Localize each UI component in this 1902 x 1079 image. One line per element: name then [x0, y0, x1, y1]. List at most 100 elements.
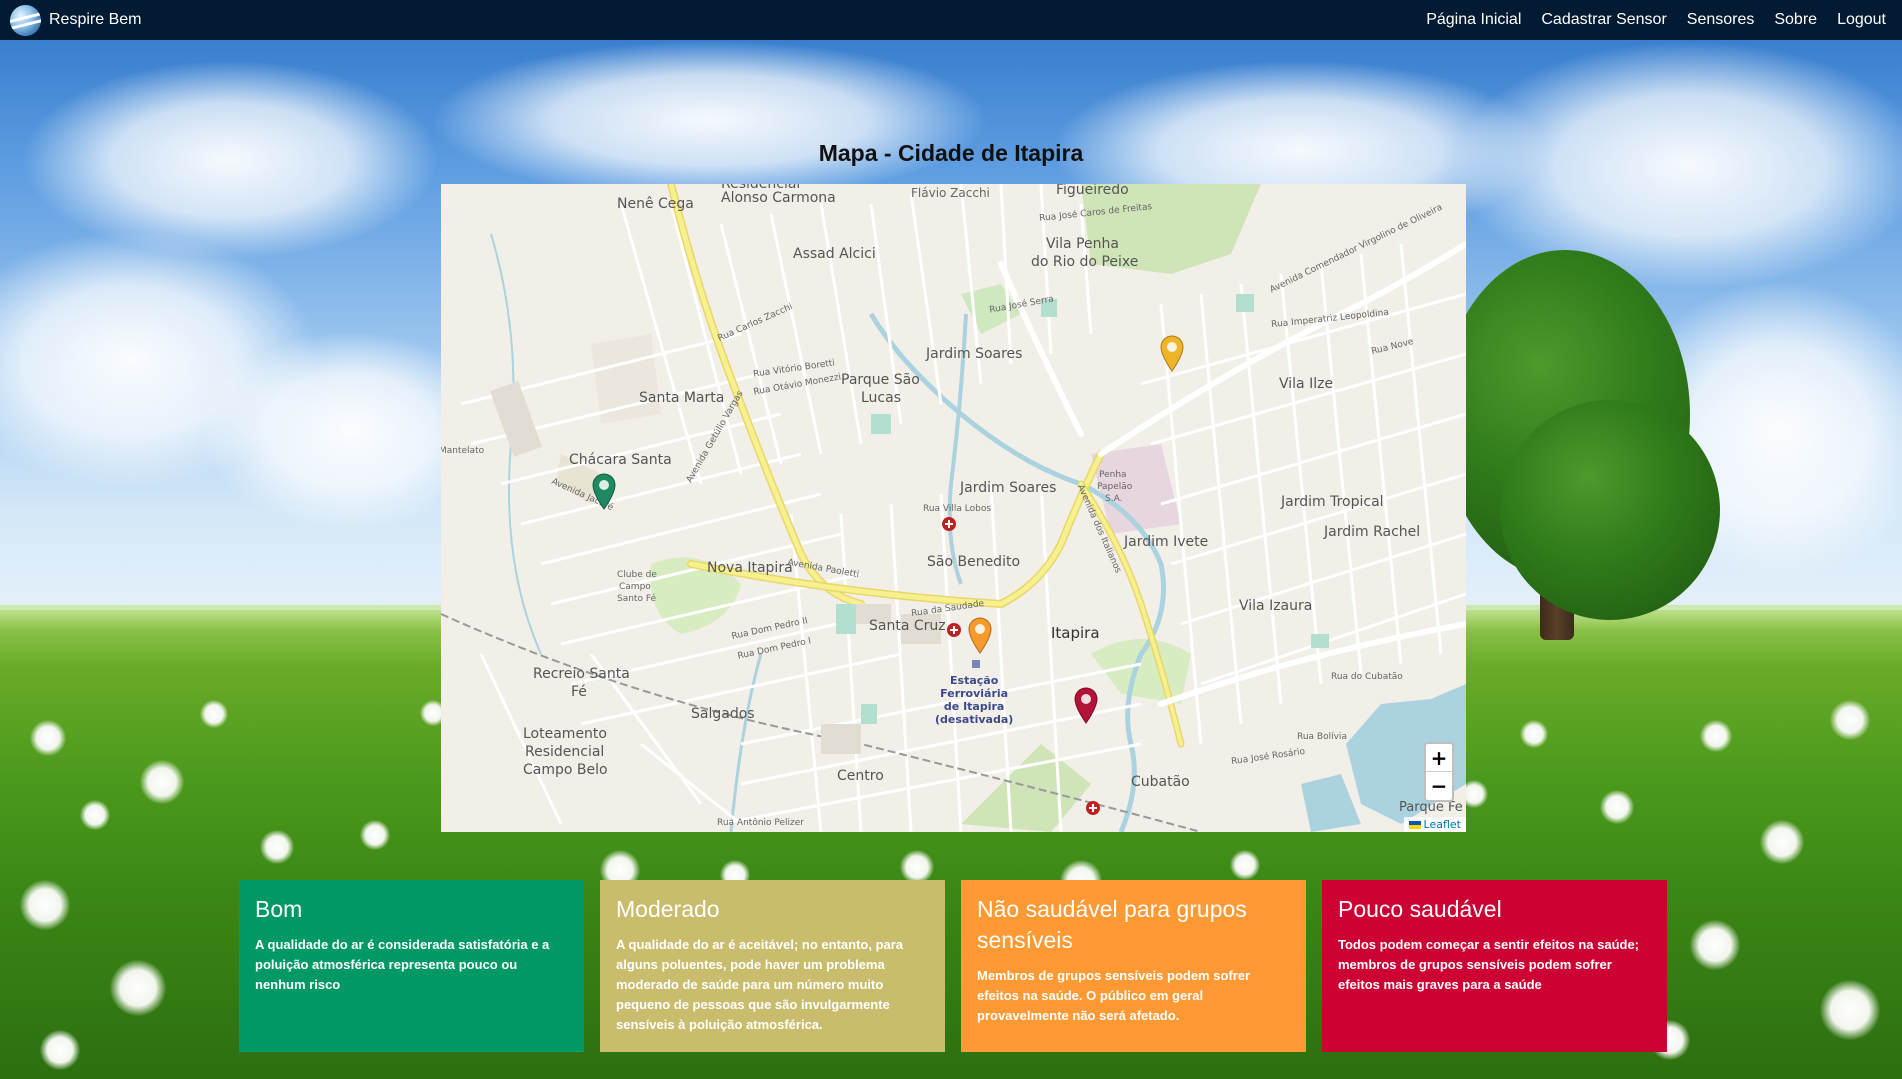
- nav-link-about[interactable]: Sobre: [1774, 11, 1817, 29]
- page-title: Mapa - Cidade de Itapira: [818, 140, 1084, 166]
- dandelion: [900, 850, 934, 884]
- brand-logo-icon[interactable]: [10, 4, 41, 36]
- map-label: Santa Cruz: [869, 618, 946, 634]
- map-label: Clube de: [617, 570, 657, 580]
- dandelion: [260, 830, 294, 864]
- map-label: Papelão: [1097, 482, 1133, 492]
- map-label: S.A.: [1105, 494, 1123, 504]
- dandelion: [1700, 720, 1732, 752]
- map-label: Lucas: [861, 390, 901, 406]
- navbar: Respire Bem Página Inicial Cadastrar Sen…: [0, 0, 1902, 40]
- poi-label: Estação: [950, 674, 999, 687]
- legend-card-title: Bom: [255, 896, 303, 922]
- poi-label: (desativada): [935, 713, 1014, 726]
- map-label: Nova Itapira: [707, 560, 793, 576]
- nav-link-logout[interactable]: Logout: [1837, 11, 1886, 29]
- map-label: Nenê Cega: [617, 196, 694, 212]
- map-label: Parque Fe: [1399, 800, 1463, 815]
- map-label: Rua Bolívia: [1297, 732, 1347, 742]
- legend-card-good: Bom A qualidade do ar é considerada sati…: [239, 880, 584, 1052]
- marker-good-icon[interactable]: [591, 472, 617, 510]
- zoom-in-button[interactable]: +: [1426, 744, 1452, 772]
- dandelion: [110, 960, 166, 1016]
- marker-sensitive-icon[interactable]: [967, 616, 993, 654]
- map-label: Parque São: [841, 372, 920, 388]
- marker-moderate-icon[interactable]: [1159, 334, 1185, 372]
- legend-card-text: A qualidade do ar é considerada satisfat…: [255, 937, 550, 992]
- map-label: São Benedito: [927, 554, 1021, 570]
- dandelion: [200, 700, 228, 728]
- map-label: Residencial: [525, 744, 605, 760]
- map-label: do Rio do Peixe: [1031, 254, 1139, 270]
- map-label: Jardim Rachel: [1324, 524, 1421, 540]
- tree-canopy: [1500, 400, 1720, 620]
- dandelion: [1690, 920, 1740, 970]
- map-label: Campo Belo: [523, 762, 608, 778]
- map-label: Figueiredo: [1056, 184, 1129, 198]
- map-label: Residencial: [721, 184, 801, 192]
- ukraine-flag-icon: [1408, 821, 1421, 829]
- city-map[interactable]: Alonso Carmona Residencial Nenê Cega Flá…: [441, 184, 1466, 832]
- cloud: [430, 40, 990, 200]
- dandelion: [1760, 820, 1804, 864]
- map-label: Rua Villa Lobos: [923, 504, 992, 514]
- map-label: Rua do Cubatão: [1331, 672, 1403, 682]
- map-label: Santa Marta: [639, 390, 725, 406]
- map-label: Campo: [619, 582, 651, 592]
- dandelion: [1230, 850, 1260, 880]
- legend-card-title: Moderado: [616, 896, 720, 922]
- legend-card-text: Membros de grupos sensíveis podem sofrer…: [977, 968, 1251, 1023]
- legend-card-title: Não saudável para grupos sensíveis: [977, 896, 1247, 953]
- poi-label: de Itapira: [943, 700, 1005, 713]
- map-label: Flávio Zacchi: [911, 186, 990, 200]
- zoom-out-button[interactable]: −: [1426, 772, 1452, 800]
- dandelion: [360, 820, 390, 850]
- map-label: Loteamento: [523, 726, 607, 742]
- legend-card-sensitive: Não saudável para grupos sensíveis Membr…: [961, 880, 1306, 1052]
- map-label: Vila Penha: [1046, 236, 1119, 252]
- map-label: Vila Izaura: [1239, 598, 1313, 614]
- brand-name[interactable]: Respire Bem: [49, 11, 141, 29]
- map-label: Jardim Tropical: [1281, 494, 1384, 510]
- marker-unhealthy-icon[interactable]: [1073, 686, 1099, 724]
- leaflet-link[interactable]: Leaflet: [1424, 818, 1461, 831]
- dandelion: [40, 1030, 80, 1070]
- map-attribution: Leaflet: [1403, 817, 1466, 832]
- map-label: Vila Ilze: [1279, 376, 1334, 392]
- map-label: Assad Alcici: [793, 246, 876, 262]
- dandelion: [20, 880, 70, 930]
- map-label: Chácara Santa: [569, 452, 672, 468]
- map-label: Penha: [1099, 470, 1127, 480]
- map-label: Recreio Santa: [533, 666, 630, 682]
- legend-card-text: A qualidade do ar é aceitável; no entant…: [616, 937, 904, 1032]
- poi-label: Ferroviária: [940, 687, 1009, 700]
- nav-link-home[interactable]: Página Inicial: [1426, 11, 1521, 29]
- dandelion: [1820, 980, 1880, 1040]
- map-label: Santo Fé: [617, 594, 657, 604]
- brand[interactable]: Respire Bem: [10, 4, 141, 36]
- map-label: Alonso Carmona: [721, 190, 836, 206]
- dandelion: [80, 800, 110, 830]
- poi-railway-station[interactable]: Estação Ferroviária de Itapira (desativa…: [935, 674, 1013, 726]
- map-label: Mantelato: [441, 446, 485, 456]
- nav-link-register-sensor[interactable]: Cadastrar Sensor: [1541, 11, 1666, 29]
- legend-card-moderate: Moderado A qualidade do ar é aceitável; …: [600, 880, 945, 1052]
- dandelion: [30, 720, 66, 756]
- nav-links: Página Inicial Cadastrar Sensor Sensores…: [1426, 11, 1892, 29]
- map-label: Rua Antônio Pelizer: [717, 818, 805, 828]
- map-label: Jardim Ivete: [1124, 534, 1209, 550]
- map-label: Fé: [571, 684, 587, 700]
- map-label: Jardim Soares: [926, 346, 1023, 362]
- zoom-control: + −: [1424, 742, 1454, 802]
- dandelion: [1600, 790, 1634, 824]
- legend-card-title: Pouco saudável: [1338, 896, 1502, 922]
- nav-link-sensors[interactable]: Sensores: [1687, 11, 1755, 29]
- legend-card-unhealthy: Pouco saudável Todos podem começar a sen…: [1322, 880, 1667, 1052]
- map-label: Itapira: [1051, 624, 1100, 642]
- map-label: Jardim Soares: [960, 480, 1057, 496]
- dandelion: [1520, 720, 1548, 748]
- legend-card-text: Todos podem começar a sentir efeitos na …: [1338, 937, 1640, 992]
- map-label: Salgados: [691, 706, 755, 722]
- dandelion: [140, 760, 184, 804]
- air-quality-legend: Bom A qualidade do ar é considerada sati…: [239, 880, 1667, 1052]
